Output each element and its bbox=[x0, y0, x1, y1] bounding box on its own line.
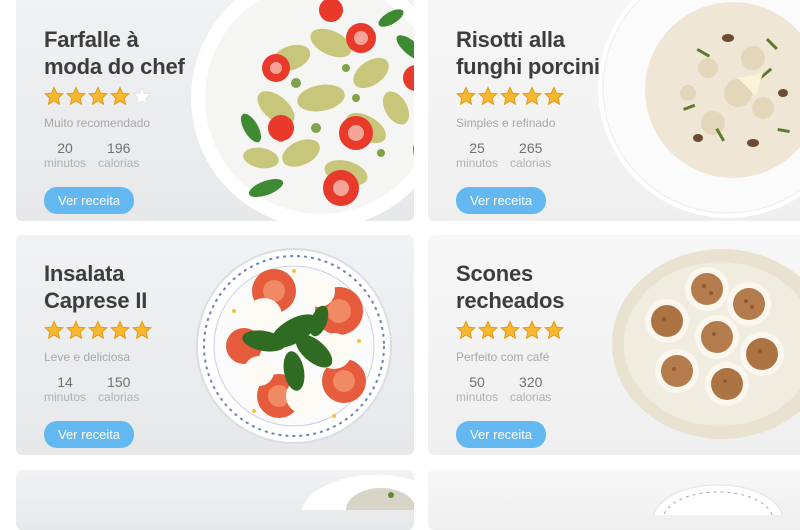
star-rating bbox=[44, 86, 224, 108]
star-filled-icon bbox=[456, 86, 476, 106]
recipe-card-caprese[interactable]: Insalata Caprese II Leve e deliciosa 14 … bbox=[16, 235, 414, 455]
view-recipe-button[interactable]: Ver receita bbox=[44, 421, 135, 448]
star-filled-icon bbox=[478, 86, 498, 106]
time-label: minutos bbox=[44, 390, 87, 404]
recipe-subtitle: Perfeito com café bbox=[456, 350, 550, 364]
recipe-subtitle: Muito recomendado bbox=[44, 116, 151, 130]
time-label: minutos bbox=[44, 156, 87, 170]
star-filled-icon bbox=[88, 320, 108, 340]
calories-label: calorias bbox=[98, 156, 140, 170]
star-filled-icon bbox=[544, 86, 564, 106]
calories-value: 265 bbox=[519, 140, 543, 156]
calories-label: calorias bbox=[98, 390, 140, 404]
star-rating bbox=[456, 320, 636, 342]
star-filled-icon bbox=[66, 320, 86, 340]
star-filled-icon bbox=[456, 320, 476, 340]
recipe-subtitle: Leve e deliciosa bbox=[44, 350, 131, 364]
star-filled-icon bbox=[44, 320, 64, 340]
calories-label: calorias bbox=[510, 390, 552, 404]
time-value: 14 bbox=[57, 374, 73, 390]
recipe-subtitle: Simples e refinado bbox=[456, 116, 556, 130]
star-filled-icon bbox=[500, 320, 520, 340]
recipe-card-partial-right[interactable] bbox=[428, 470, 800, 530]
view-recipe-button[interactable]: Ver receita bbox=[44, 187, 135, 214]
recipe-card-scones[interactable]: Scones recheados Perfeito com café 50 mi… bbox=[428, 235, 800, 455]
recipe-title: Scones recheados bbox=[456, 261, 565, 313]
calories-stat: 196 calorias bbox=[98, 140, 139, 171]
calories-stat: 150 calorias bbox=[98, 374, 139, 405]
star-filled-icon bbox=[110, 320, 130, 340]
time-stat: 20 minutos bbox=[44, 140, 86, 171]
time-value: 50 bbox=[469, 374, 485, 390]
caprese-plate-image bbox=[196, 248, 392, 444]
recipe-card-farfalle[interactable]: Farfalle à moda do chef Muito recomendad… bbox=[16, 0, 414, 221]
star-filled-icon bbox=[44, 86, 64, 106]
star-filled-icon bbox=[500, 86, 520, 106]
partial-plate-image bbox=[301, 475, 414, 510]
time-stat: 25 minutos bbox=[456, 140, 498, 171]
time-stat: 14 minutos bbox=[44, 374, 86, 405]
recipe-stats: 20 minutos 196 calorias bbox=[44, 140, 224, 171]
star-filled-icon bbox=[522, 320, 542, 340]
recipe-stats: 25 minutos 265 calorias bbox=[456, 140, 636, 171]
recipe-card-partial-left[interactable] bbox=[16, 470, 414, 530]
star-filled-icon bbox=[66, 86, 86, 106]
star-filled-icon bbox=[544, 320, 564, 340]
star-rating bbox=[44, 320, 224, 342]
star-filled-icon bbox=[88, 86, 108, 106]
recipe-card-risotti[interactable]: Risotti alla funghi porcini Simples e re… bbox=[428, 0, 800, 221]
scones-dish-image bbox=[612, 249, 800, 439]
time-value: 20 bbox=[57, 140, 73, 156]
recipe-title: Farfalle à moda do chef bbox=[44, 27, 185, 79]
calories-value: 150 bbox=[107, 374, 131, 390]
time-label: minutos bbox=[456, 390, 499, 404]
view-recipe-button[interactable]: Ver receita bbox=[456, 421, 547, 448]
partial-plate-image bbox=[653, 484, 783, 515]
recipe-title: Risotti alla funghi porcini bbox=[456, 27, 600, 79]
calories-label: calorias bbox=[510, 156, 552, 170]
star-filled-icon bbox=[110, 86, 130, 106]
time-stat: 50 minutos bbox=[456, 374, 498, 405]
time-value: 25 bbox=[469, 140, 485, 156]
star-rating bbox=[456, 86, 636, 108]
star-filled-icon bbox=[132, 320, 152, 340]
recipe-stats: 14 minutos 150 calorias bbox=[44, 374, 224, 405]
calories-stat: 265 calorias bbox=[510, 140, 551, 171]
calories-value: 320 bbox=[519, 374, 543, 390]
star-filled-icon bbox=[522, 86, 542, 106]
view-recipe-button[interactable]: Ver receita bbox=[456, 187, 547, 214]
recipe-title: Insalata Caprese II bbox=[44, 261, 148, 313]
star-empty-icon bbox=[132, 86, 152, 106]
calories-stat: 320 calorias bbox=[510, 374, 551, 405]
calories-value: 196 bbox=[107, 140, 131, 156]
time-label: minutos bbox=[456, 156, 499, 170]
star-filled-icon bbox=[478, 320, 498, 340]
recipe-stats: 50 minutos 320 calorias bbox=[456, 374, 636, 405]
